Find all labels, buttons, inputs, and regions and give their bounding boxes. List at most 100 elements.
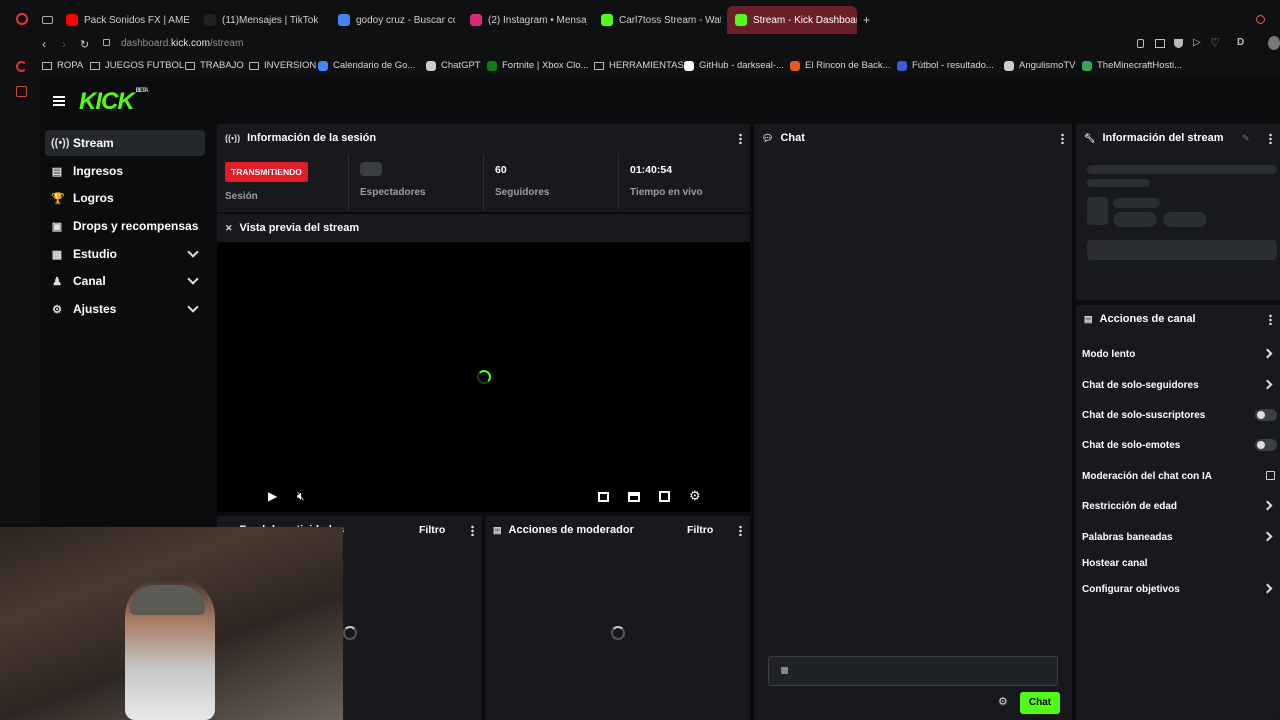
opera-logo-icon[interactable] xyxy=(16,13,28,25)
channel-action-item[interactable]: Chat de solo-suscriptores xyxy=(1082,406,1277,424)
channel-icon: ▤ xyxy=(1084,313,1093,324)
lock-icon xyxy=(103,39,110,46)
edit-pencil-icon[interactable]: ✎ xyxy=(1242,133,1250,144)
picture-in-picture-icon[interactable] xyxy=(598,492,609,502)
back-arrow-icon[interactable]: ‹ xyxy=(42,37,46,51)
activity-filter-button[interactable]: Filtro xyxy=(419,524,445,536)
activity-menu-icon[interactable] xyxy=(471,525,474,536)
followers-label: Seguidores xyxy=(495,187,550,198)
history-icon[interactable] xyxy=(16,86,27,97)
mod-actions-title: Acciones de moderador xyxy=(508,524,634,536)
sidebar-item-logros[interactable]: 🏆 Logros xyxy=(45,185,205,211)
bookmark-item[interactable]: INVERSION xyxy=(249,60,316,71)
tab-favicon-icon xyxy=(470,14,482,26)
stream-info-menu-icon[interactable] xyxy=(1269,133,1272,144)
nav-icon: ⚙ xyxy=(52,303,62,316)
mod-actions-menu-icon[interactable] xyxy=(739,525,742,536)
chat-input[interactable] xyxy=(768,656,1058,686)
reload-icon[interactable]: ↻ xyxy=(80,38,89,51)
bookmark-item[interactable]: ROPA xyxy=(42,60,83,71)
bookmark-label: INVERSION xyxy=(264,60,317,71)
tab-favicon-icon xyxy=(204,14,216,26)
sidebar-item-ingresos[interactable]: ▤ Ingresos xyxy=(45,158,205,184)
skeleton-line xyxy=(1087,179,1150,187)
nav-label: Estudio xyxy=(73,247,117,261)
forward-arrow-icon[interactable]: › xyxy=(62,37,66,51)
sidebar-item-estudio[interactable]: ▦ Estudio xyxy=(45,241,205,267)
skeleton-pill xyxy=(1163,212,1207,227)
play-button[interactable]: ▶ xyxy=(268,489,277,503)
toggle-switch[interactable] xyxy=(1255,439,1277,451)
bookmark-label: Calendario de Go... xyxy=(333,60,416,71)
browser-tab[interactable]: Carl7toss Stream - Watch xyxy=(593,6,721,34)
browser-tab[interactable]: (11)Mensajes | TikTok xyxy=(196,6,324,34)
nav-icon: ♟ xyxy=(52,275,62,288)
bookmark-item[interactable]: El Rincon de Back... xyxy=(790,60,891,71)
channel-action-item[interactable]: Restricción de edad xyxy=(1082,497,1277,515)
settings-gear-icon[interactable]: ⚙ xyxy=(689,488,701,504)
nav-label: Logros xyxy=(73,191,114,205)
channel-action-item[interactable]: Configurar objetivos xyxy=(1082,580,1277,598)
search-tabs-icon[interactable] xyxy=(1256,15,1265,24)
folder-icon xyxy=(594,61,604,70)
chat-send-button[interactable]: Chat xyxy=(1020,692,1060,714)
browser-tab[interactable]: (2) Instagram • Mensajes xyxy=(462,6,587,34)
channel-actions-title: Acciones de canal xyxy=(1099,313,1196,325)
bookmark-item[interactable]: ChatGPT xyxy=(426,60,481,71)
folder-icon xyxy=(249,61,259,70)
wrench-icon: 🔧︎ xyxy=(1084,132,1096,143)
extension-icon[interactable]: D xyxy=(1237,37,1244,48)
channel-action-item[interactable]: Chat de solo-emotes xyxy=(1082,436,1277,454)
channel-action-item[interactable]: Hostear canal xyxy=(1082,554,1277,572)
session-menu-icon[interactable] xyxy=(739,133,742,144)
pin-icon[interactable] xyxy=(1137,39,1144,48)
avatar[interactable] xyxy=(1268,36,1280,50)
mute-button[interactable]: 🔇︎ xyxy=(297,489,305,504)
bookmark-item[interactable]: TheMinecraftHosti... xyxy=(1082,60,1182,71)
channel-action-label: Chat de solo-seguidores xyxy=(1082,379,1199,391)
snapshot-icon[interactable] xyxy=(1155,39,1165,48)
channel-action-item[interactable]: Moderación del chat con IA xyxy=(1082,467,1277,485)
mod-filter-button[interactable]: Filtro xyxy=(687,524,713,536)
channel-action-item[interactable]: Chat de solo-seguidores xyxy=(1082,376,1277,394)
new-tab-button[interactable]: + xyxy=(863,13,870,27)
fullscreen-icon[interactable] xyxy=(659,491,670,502)
bookmark-item[interactable]: TRABAJO xyxy=(185,60,244,71)
browser-tab[interactable]: Stream - Kick Dashboard xyxy=(727,6,857,34)
shield-icon[interactable] xyxy=(1174,39,1183,48)
tab-label: Carl7toss Stream - Watch xyxy=(619,14,721,26)
bookmark-label: TheMinecraftHosti... xyxy=(1097,60,1182,71)
bookmark-item[interactable]: AngulismoTV xyxy=(1004,60,1076,71)
bookmark-item[interactable]: JUEGOS FUTBOL xyxy=(90,60,184,71)
sidebar-item-ajustes[interactable]: ⚙ Ajustes xyxy=(45,296,205,322)
aria-icon[interactable] xyxy=(16,61,27,72)
bookmark-item[interactable]: Calendario de Go... xyxy=(318,60,415,71)
activity-loading-spinner xyxy=(343,626,357,640)
hamburger-menu-icon[interactable] xyxy=(53,96,65,106)
sidebar-item-canal[interactable]: ♟ Canal xyxy=(45,268,205,294)
chat-settings-gear-icon[interactable]: ⚙ xyxy=(998,695,1008,708)
channel-action-item[interactable]: Modo lento xyxy=(1082,345,1277,363)
bookmark-item[interactable]: Fortnite | Xbox Clo... xyxy=(487,60,588,71)
channel-action-item[interactable]: Palabras baneadas xyxy=(1082,528,1277,546)
bookmark-item[interactable]: GitHub - darkseal-... xyxy=(684,60,784,71)
toggle-switch[interactable] xyxy=(1255,409,1277,421)
browser-tab[interactable]: godoy cruz - Buscar con G xyxy=(330,6,455,34)
bookmark-item[interactable]: HERRAMIENTAS xyxy=(594,60,684,71)
bookmark-favicon-icon xyxy=(487,60,497,71)
chat-menu-icon[interactable] xyxy=(1061,133,1064,144)
theater-mode-icon[interactable] xyxy=(628,492,640,502)
bookmark-item[interactable]: Fútbol - resultado... xyxy=(897,60,994,71)
kick-logo[interactable]: KICK BETA xyxy=(79,88,149,116)
tab-favicon-icon xyxy=(338,14,350,26)
sidebar-item-drops[interactable]: ▣ Drops y recompensas xyxy=(45,213,205,239)
play-icon[interactable]: ▷ xyxy=(1193,37,1201,48)
sidebar-item-stream[interactable]: ((•)) Stream xyxy=(45,130,205,156)
browser-tab[interactable]: Pack Sonidos FX | AME xyxy=(58,6,190,34)
preview-panel: ✕ Vista previa del stream xyxy=(217,214,750,512)
heart-icon[interactable]: ♡ xyxy=(1210,36,1220,49)
chat-lock-icon xyxy=(781,667,788,674)
url-field[interactable]: dashboard.kick.com/stream xyxy=(121,38,243,49)
channel-actions-menu-icon[interactable] xyxy=(1269,314,1272,325)
workspaces-icon[interactable] xyxy=(42,16,53,24)
